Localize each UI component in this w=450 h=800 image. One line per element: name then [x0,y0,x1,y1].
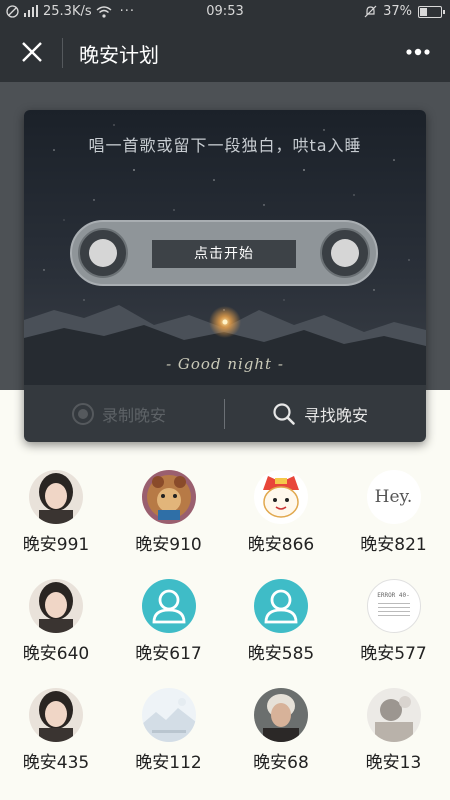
close-icon[interactable] [18,38,46,66]
user-card[interactable]: 晚安910 [113,470,225,555]
cassette-player[interactable]: 点击开始 [70,220,378,286]
user-name: 晚安435 [22,753,90,773]
action-divider [224,399,225,429]
good-night-text: - Good night - [166,355,284,373]
user-card[interactable]: 晚安435 [0,688,112,773]
card-headline: 唱一首歌或留下一段独白，哄ta入睡 [88,136,362,155]
user-name: 晚安821 [360,535,427,555]
goodnight-card: 唱一首歌或留下一段独白，哄ta入睡 点击开始 - Good night - 录制… [24,110,426,442]
user-name: 晚安991 [22,535,90,555]
avatar-error-text: ERROR 40- [377,592,410,599]
user-name: 晚安910 [135,535,202,555]
card-action-bar: 录制晚安 寻找晚安 [24,385,426,442]
app-header: 晚安计划 [0,24,450,82]
battery-percent: 37% [383,4,412,19]
search-icon [273,402,295,425]
header-divider [62,38,63,68]
find-label: 寻找晚安 [304,405,369,425]
avatar [254,470,308,524]
default-avatar-icon [141,579,196,633]
avatar [29,470,83,524]
record-icon [72,402,94,425]
user-name: 晚安112 [135,753,202,773]
user-card[interactable]: Hey. 晚安821 [338,470,450,555]
user-name: 晚安68 [253,753,309,773]
default-avatar-icon [254,579,308,633]
user-name: 晚安640 [22,644,90,664]
right-reel-hub [331,239,359,267]
avatar [366,688,421,742]
user-name: 晚安13 [365,753,422,773]
start-button[interactable]: 点击开始 [152,240,296,268]
left-reel-icon [78,228,128,278]
battery-fill [420,7,428,16]
more-icon[interactable] [404,44,432,60]
page-title: 晚安计划 [79,43,159,67]
user-card[interactable]: 晚安991 [0,470,112,555]
user-name: 晚安866 [247,535,315,555]
mute-bell-icon [364,5,377,18]
user-name: 晚安585 [247,644,315,664]
user-card[interactable]: 晚安13 [338,688,450,773]
user-card[interactable]: 晚安640 [0,579,112,664]
record-label: 录制晚安 [102,405,167,425]
user-card[interactable]: ERROR 40- 晚安577 [338,579,450,664]
user-card[interactable]: 晚安585 [225,579,337,664]
status-right: 37% [364,4,445,19]
user-card[interactable]: 晚安617 [113,579,225,664]
find-goodnight-button[interactable]: 寻找晚安 [272,385,368,442]
avatar-error-lines [377,603,410,617]
avatar [141,470,196,524]
user-card[interactable]: 晚安112 [113,688,225,773]
right-reel-icon [320,228,370,278]
avatar [29,579,83,633]
status-bar: 25.3K/s ··· 09:53 37% [0,0,450,24]
avatar: ERROR 40- [366,579,421,633]
avatar [29,688,83,742]
battery-icon [418,5,445,18]
avatar [254,688,308,742]
avatar: Hey. [366,470,421,524]
avatar-hey-text: Hey. [374,487,413,507]
left-reel-hub [89,239,117,267]
avatar [141,688,196,742]
user-name: 晚安617 [135,644,202,664]
user-card[interactable]: 晚安68 [225,688,337,773]
user-name: 晚安577 [360,644,427,664]
user-card[interactable]: 晚安866 [225,470,337,555]
record-goodnight-button[interactable]: 录制晚安 [72,385,166,442]
